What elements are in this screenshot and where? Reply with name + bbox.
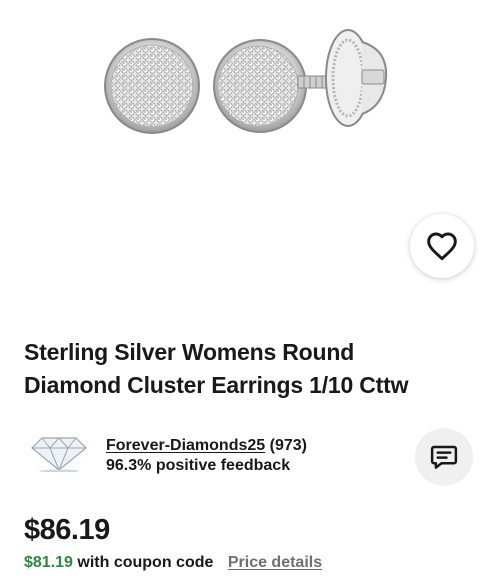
coupon-line: $81.19 with coupon code Price details xyxy=(24,554,322,572)
favorite-button[interactable] xyxy=(410,214,474,278)
diamond-icon xyxy=(31,437,87,472)
seller-rating-count: (973) xyxy=(269,437,307,454)
message-icon xyxy=(430,445,458,469)
product-image-area xyxy=(0,0,498,300)
message-seller-button[interactable] xyxy=(415,428,473,486)
seller-text: Forever-Diamonds25 (973) 96.3% positive … xyxy=(106,436,307,476)
heart-icon xyxy=(427,232,457,261)
seller-name-link[interactable]: Forever-Diamonds25 xyxy=(106,437,265,454)
product-title-line2: Diamond Cluster Earrings 1/10 Cttw xyxy=(24,372,409,398)
coupon-text: with coupon code xyxy=(77,554,214,571)
coupon-price: $81.19 xyxy=(24,554,73,571)
earrings-image[interactable] xyxy=(100,18,400,138)
product-title: Sterling Silver Womens Round Diamond Clu… xyxy=(24,336,474,402)
seller-info[interactable]: Forever-Diamonds25 (973) 96.3% positive … xyxy=(24,428,474,482)
product-title-line1: Sterling Silver Womens Round xyxy=(24,339,355,365)
seller-feedback: 96.3% positive feedback xyxy=(106,457,291,474)
price-details-link[interactable]: Price details xyxy=(228,554,322,571)
item-price: $86.19 xyxy=(24,514,110,546)
